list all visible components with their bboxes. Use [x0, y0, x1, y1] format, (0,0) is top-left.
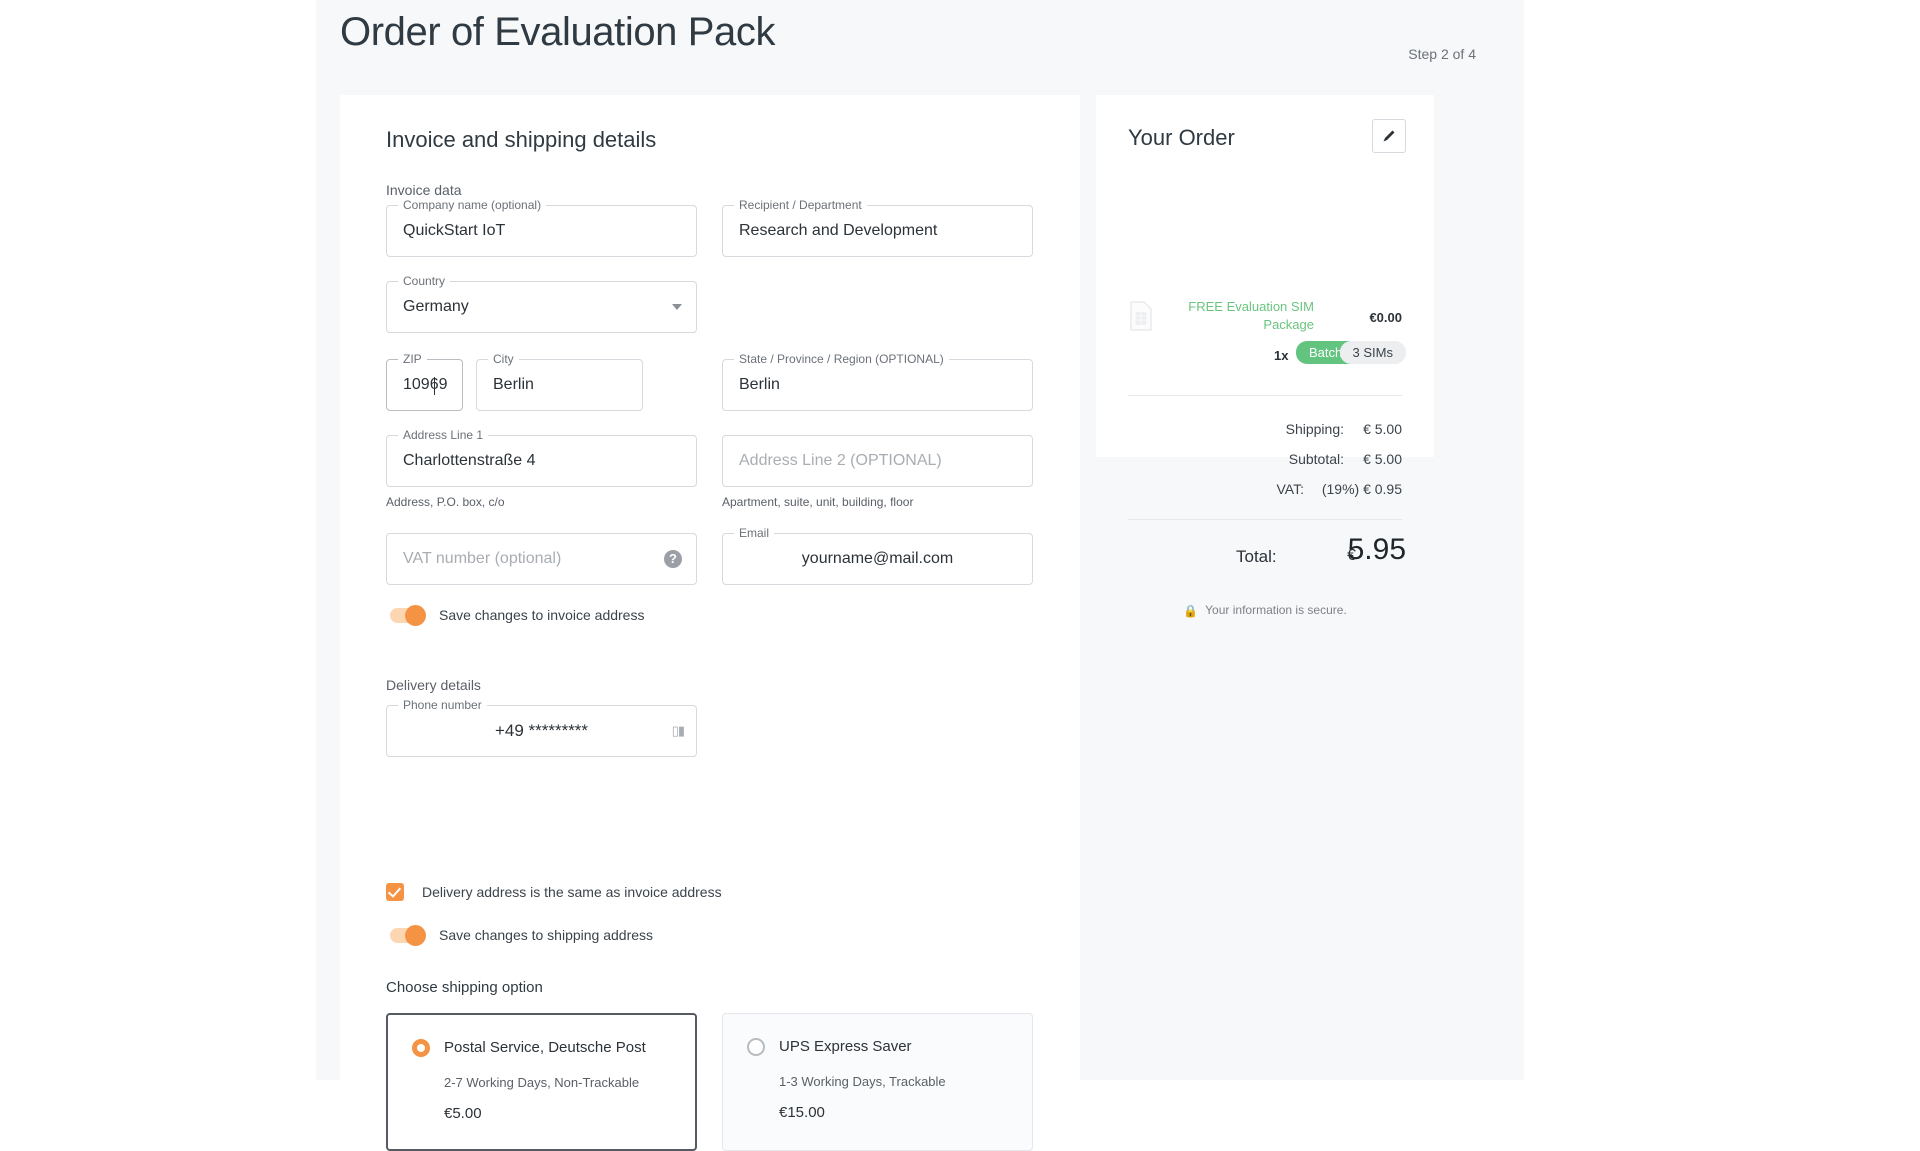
choose-shipping-option-label: Choose shipping option: [386, 979, 543, 996]
toggle-track[interactable]: [390, 928, 424, 943]
address-line-1-field[interactable]: Address Line 1 Charlottenstraße 4: [386, 435, 697, 487]
vat-value: (19%) € 0.95: [1322, 481, 1402, 497]
email-value: yourname@mail.com: [723, 550, 1032, 568]
toggle-knob: [405, 605, 426, 626]
shipping-option-price: €5.00: [444, 1105, 482, 1122]
shipping-option-postal[interactable]: Postal Service, Deutsche Post 2-7 Workin…: [386, 1013, 697, 1151]
address-line-2-helper: Apartment, suite, unit, building, floor: [722, 495, 913, 509]
shipping-option-meta: 1-3 Working Days, Trackable: [779, 1074, 946, 1089]
pencil-icon: [1381, 128, 1397, 144]
page-title: Order of Evaluation Pack: [340, 10, 775, 55]
checkbox-box[interactable]: [386, 883, 404, 901]
invoice-data-label: Invoice data: [386, 182, 462, 198]
page-header: Order of Evaluation Pack Step 2 of 4: [340, 8, 1500, 80]
state-province-value: Berlin: [739, 376, 780, 394]
summary-divider-top: [1128, 395, 1402, 396]
address-line-2-field[interactable]: Address Line 2 (OPTIONAL): [722, 435, 1033, 487]
radio-unselected-icon[interactable]: [747, 1038, 765, 1056]
email-field[interactable]: Email yourname@mail.com: [722, 533, 1033, 585]
vat-number-field[interactable]: VAT number (optional) ?: [386, 533, 697, 585]
subtotal-value: € 5.00: [1363, 451, 1402, 467]
flag-icon[interactable]: ▯▮: [672, 723, 684, 739]
subtotal-label: Subtotal:: [1289, 451, 1344, 467]
vat-label: VAT:: [1277, 481, 1305, 497]
shipping-option-name: Postal Service, Deutsche Post: [444, 1039, 646, 1056]
shipping-value: € 5.00: [1363, 421, 1402, 437]
recipient-department-value: Research and Development: [739, 222, 937, 240]
invoice-shipping-form-card: Invoice and shipping details Invoice dat…: [340, 95, 1080, 1085]
save-invoice-address-toggle[interactable]: Save changes to invoice address: [390, 607, 644, 623]
address-line-1-label: Address Line 1: [398, 428, 488, 442]
save-shipping-address-toggle[interactable]: Save changes to shipping address: [390, 927, 653, 943]
city-value: Berlin: [493, 376, 534, 394]
country-value: Germany: [403, 298, 469, 316]
vat-number-placeholder: VAT number (optional): [403, 550, 561, 568]
zip-field[interactable]: ZIP 10969: [386, 359, 463, 411]
product-quantity: 1x: [1274, 348, 1288, 363]
phone-number-label: Phone number: [398, 698, 487, 712]
product-price: €0.00: [1369, 310, 1402, 325]
chevron-down-icon[interactable]: [672, 304, 682, 310]
shipping-label: Shipping:: [1286, 421, 1344, 437]
toggle-knob: [405, 925, 426, 946]
same-as-invoice-checkbox[interactable]: Delivery address is the same as invoice …: [386, 883, 722, 901]
checkout-page: Order of Evaluation Pack Step 2 of 4 Inv…: [0, 0, 1920, 1080]
radio-selected-icon[interactable]: [412, 1039, 430, 1057]
delivery-details-label: Delivery details: [386, 677, 481, 693]
text-caret: [434, 377, 435, 395]
state-province-label: State / Province / Region (OPTIONAL): [734, 352, 949, 366]
phone-number-field[interactable]: Phone number +49 ********* ▯▮: [386, 705, 697, 757]
city-field[interactable]: City Berlin: [476, 359, 643, 411]
address-line-2-placeholder: Address Line 2 (OPTIONAL): [739, 452, 942, 470]
address-line-1-value: Charlottenstraße 4: [403, 452, 536, 470]
shipping-option-meta: 2-7 Working Days, Non-Trackable: [444, 1075, 639, 1090]
same-as-invoice-label: Delivery address is the same as invoice …: [422, 884, 722, 900]
country-select[interactable]: Country Germany: [386, 281, 697, 333]
total-amount: 5.95: [1348, 533, 1406, 567]
country-label: Country: [398, 274, 450, 288]
sims-badge: 3 SIMs: [1340, 341, 1406, 364]
secure-note: 🔒 Your information is secure.: [1096, 603, 1434, 618]
form-section-title: Invoice and shipping details: [386, 127, 656, 153]
city-label: City: [488, 352, 519, 366]
address-line-1-helper: Address, P.O. box, c/o: [386, 495, 505, 509]
phone-number-value: +49 *********: [387, 721, 696, 741]
shipping-option-price: €15.00: [779, 1104, 825, 1121]
recipient-department-field[interactable]: Recipient / Department Research and Deve…: [722, 205, 1033, 257]
edit-order-button[interactable]: [1372, 119, 1406, 153]
secure-note-text: Your information is secure.: [1205, 603, 1347, 617]
order-summary-title: Your Order: [1128, 125, 1235, 151]
company-name-field[interactable]: Company name (optional) QuickStart IoT: [386, 205, 697, 257]
lock-icon: 🔒: [1183, 604, 1198, 618]
zip-value: 10969: [403, 376, 448, 394]
shipping-option-ups[interactable]: UPS Express Saver 1-3 Working Days, Trac…: [722, 1013, 1033, 1151]
total-label: Total:: [1236, 547, 1277, 567]
zip-label: ZIP: [398, 352, 427, 366]
step-indicator: Step 2 of 4: [1408, 46, 1476, 62]
save-invoice-address-label: Save changes to invoice address: [439, 607, 644, 623]
recipient-department-label: Recipient / Department: [734, 198, 867, 212]
shipping-option-name: UPS Express Saver: [779, 1038, 912, 1055]
email-label: Email: [734, 526, 774, 540]
order-summary-card: Your Order FREE Evaluation SIM Package €…: [1096, 95, 1434, 457]
product-name: FREE Evaluation SIM Package: [1164, 298, 1314, 334]
company-name-label: Company name (optional): [398, 198, 546, 212]
summary-divider-bottom: [1128, 519, 1402, 520]
toggle-track[interactable]: [390, 608, 424, 623]
help-icon[interactable]: ?: [664, 550, 682, 568]
state-province-field[interactable]: State / Province / Region (OPTIONAL) Ber…: [722, 359, 1033, 411]
company-name-value: QuickStart IoT: [403, 222, 505, 240]
sim-card-icon: [1130, 301, 1152, 331]
save-shipping-address-label: Save changes to shipping address: [439, 927, 653, 943]
